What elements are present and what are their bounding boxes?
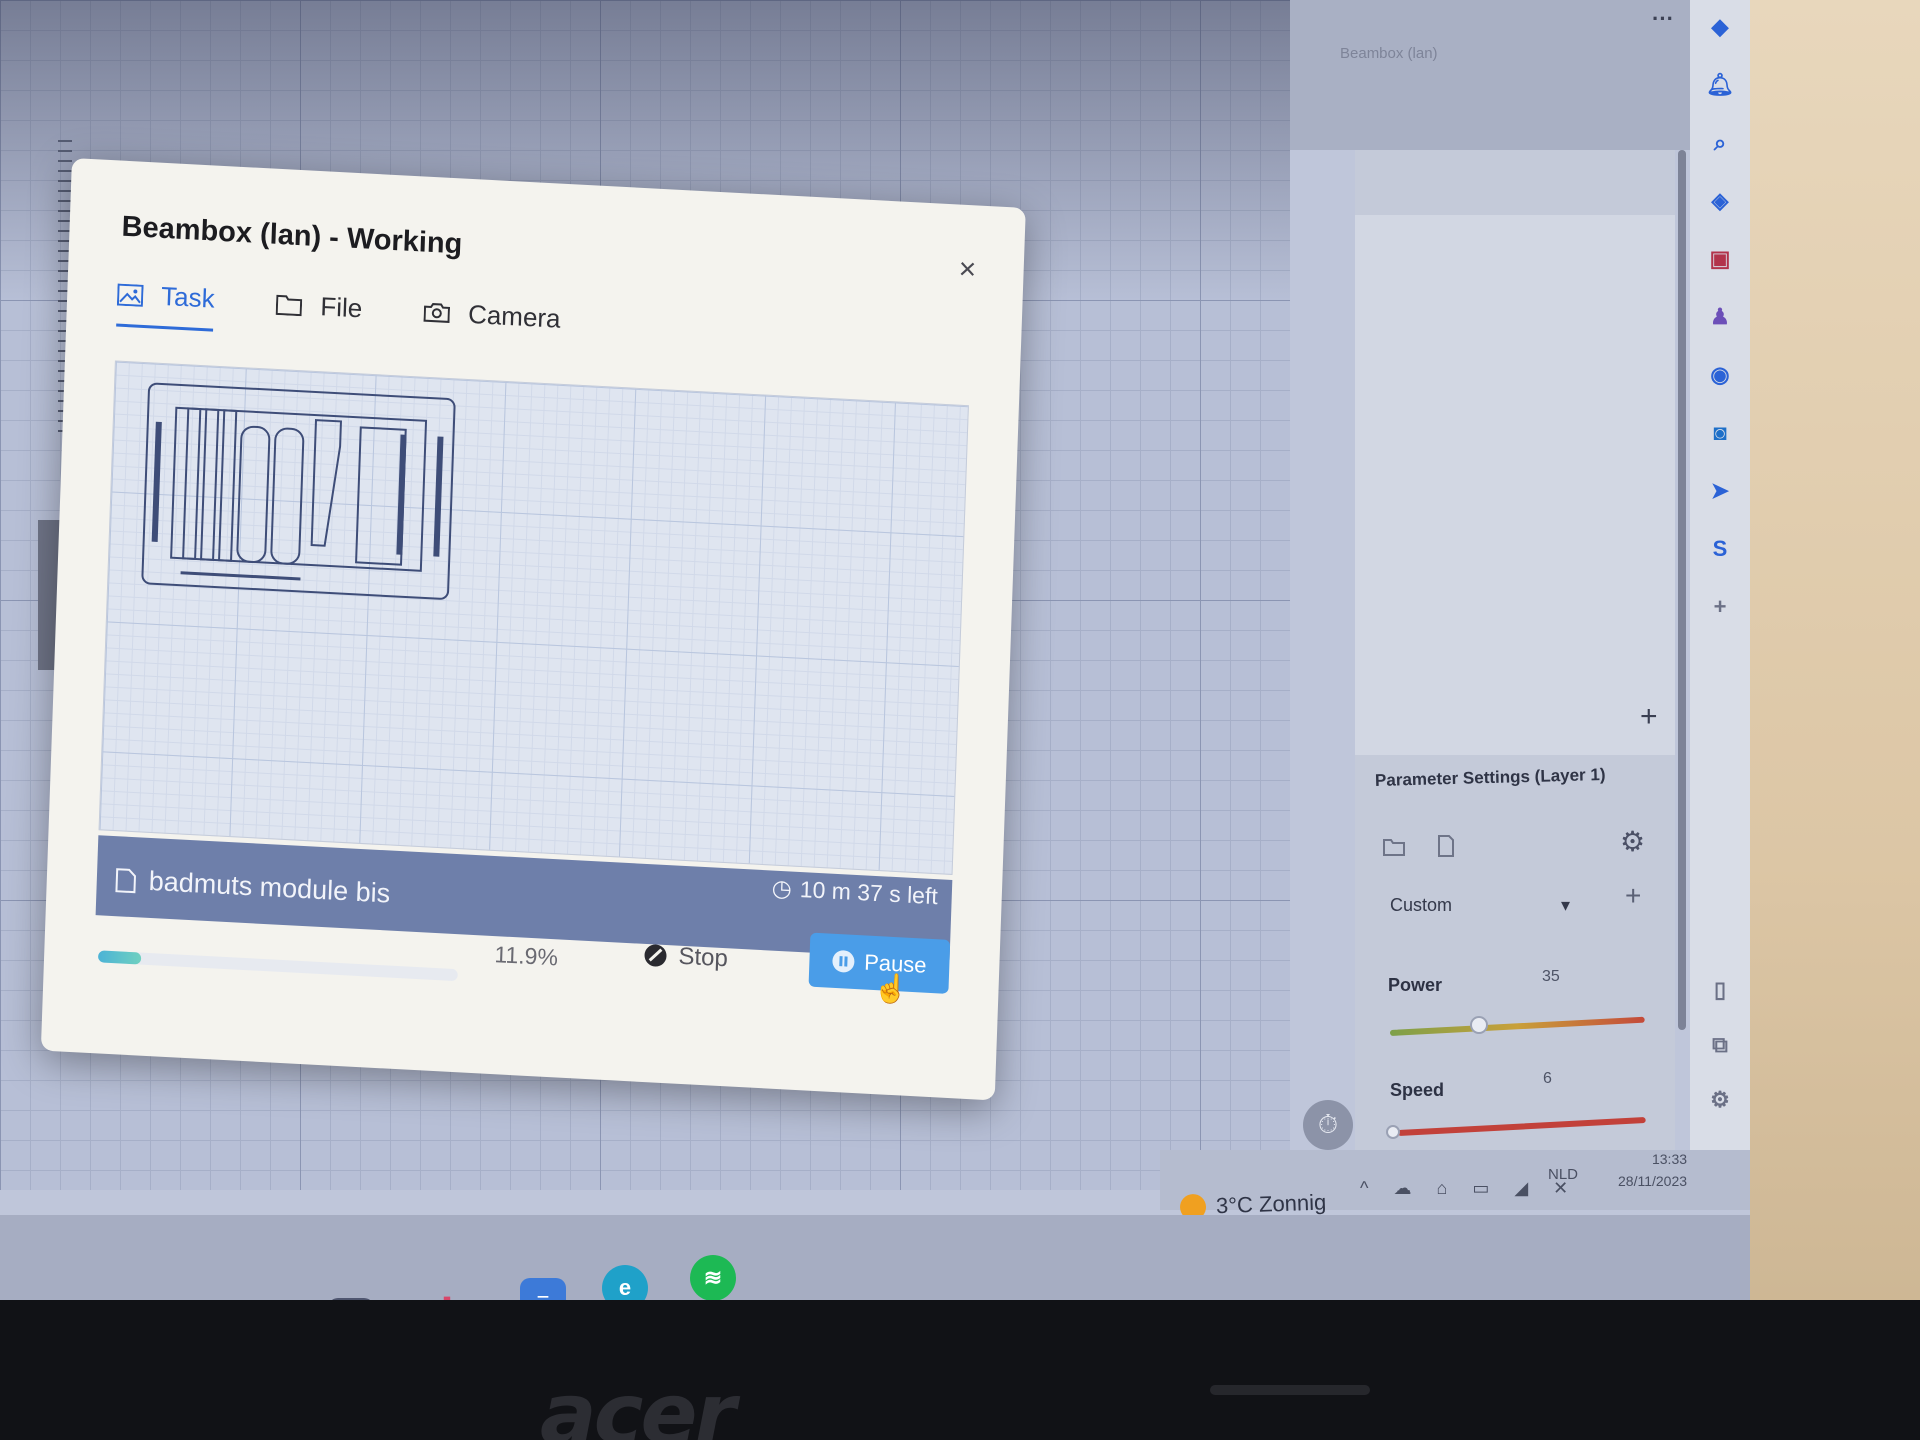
screen: Beambox (lan) ··· + Parameter Settings (… xyxy=(0,0,1750,1300)
clock-icon: ◷ xyxy=(771,874,793,902)
speed-slider-handle[interactable] xyxy=(1386,1125,1400,1139)
chevron-down-icon: ▾ xyxy=(1560,894,1570,915)
tab-file-label: File xyxy=(319,290,363,323)
progress-percent: 11.9% xyxy=(494,941,559,971)
plus-icon[interactable]: + xyxy=(1705,592,1735,622)
progress-bar-fill xyxy=(97,950,142,965)
tab-camera[interactable]: Camera xyxy=(423,295,561,350)
tag-icon[interactable]: ◈ xyxy=(1705,186,1735,216)
timer-icon[interactable]: ⏱ xyxy=(1303,1100,1353,1150)
power-label: Power xyxy=(1388,975,1443,995)
briefcase-icon[interactable]: ▣ xyxy=(1705,244,1735,274)
panel-scrollbar[interactable] xyxy=(1678,150,1686,1030)
slack-icon[interactable]: ✱ xyxy=(424,1288,470,1300)
add-layer-button[interactable]: + xyxy=(1640,700,1658,734)
time-remaining: ◷ 10 m 37 s left xyxy=(771,875,938,911)
time-remaining-text: 10 m 37 s left xyxy=(799,875,939,910)
layer-list[interactable] xyxy=(1355,215,1675,755)
stop-icon xyxy=(644,943,667,968)
tab-task-label: Task xyxy=(160,280,216,314)
settings-gear-icon[interactable]: ⚙ xyxy=(1620,825,1645,858)
spotify-icon[interactable]: ≋ xyxy=(690,1255,736,1300)
dialog-title: Beambox (lan) - Working xyxy=(121,210,463,261)
outlook-icon[interactable]: ◙ xyxy=(1705,418,1735,448)
file-export-icon[interactable] xyxy=(1434,835,1458,857)
pointer-cursor-icon: ☝ xyxy=(872,971,909,1005)
clock-time: 13:33 xyxy=(1651,1151,1688,1167)
preset-value: Custom xyxy=(1390,894,1453,915)
sidebar-settings-icon[interactable]: ⚙ xyxy=(1705,1085,1735,1115)
laptop-hinge xyxy=(1210,1385,1370,1395)
dialog-tabs: Task File Camera xyxy=(116,278,561,350)
image-icon xyxy=(116,283,144,307)
file-icon xyxy=(115,867,137,893)
stop-label: Stop xyxy=(678,942,729,973)
pause-icon xyxy=(831,949,855,973)
job-outline-drawing xyxy=(141,382,456,600)
clock[interactable]: 13:33 28/11/2023 xyxy=(1618,1148,1687,1192)
laptop-bezel xyxy=(0,1300,1920,1440)
sidebar-toggle-icon[interactable]: ▯ xyxy=(1705,975,1735,1005)
folder-icon[interactable] xyxy=(1382,835,1406,857)
add-preset-button[interactable]: + xyxy=(1625,880,1641,912)
tab-file[interactable]: File xyxy=(275,287,363,339)
clock-date: 28/11/2023 xyxy=(1618,1173,1688,1189)
top-toolbar xyxy=(1290,0,1690,150)
power-slider-handle[interactable] xyxy=(1470,1016,1488,1034)
stop-button[interactable]: Stop xyxy=(644,941,728,973)
send-icon[interactable]: ➤ xyxy=(1705,476,1735,506)
progress-bar xyxy=(97,950,458,982)
parameter-toolbar xyxy=(1382,835,1458,857)
power-value: 35 xyxy=(1542,968,1560,985)
taskbar xyxy=(0,1215,1750,1300)
machine-title: Beambox (lan) xyxy=(1340,45,1438,62)
brand-logo: acer xyxy=(540,1365,736,1440)
tab-task[interactable]: Task xyxy=(116,278,216,332)
speed-value: 6 xyxy=(1543,1070,1552,1087)
skype-icon[interactable]: S xyxy=(1705,534,1735,564)
close-icon[interactable]: × xyxy=(958,253,977,288)
search-icon[interactable]: ⌕ xyxy=(1705,128,1735,158)
tab-camera-label: Camera xyxy=(467,298,562,334)
wall-background xyxy=(1750,0,1920,1440)
games-icon[interactable]: ♟ xyxy=(1705,302,1735,332)
file-name-text: badmuts module bis xyxy=(148,865,391,909)
file-name: badmuts module bis xyxy=(114,864,391,909)
folder-icon xyxy=(276,294,303,317)
language-indicator[interactable]: NLD xyxy=(1548,1166,1578,1183)
external-link-icon[interactable]: ⧉ xyxy=(1705,1030,1735,1060)
task-dialog: Beambox (lan) - Working × Task File Came… xyxy=(40,158,1026,1101)
camera-icon xyxy=(423,303,451,323)
speed-label: Speed xyxy=(1390,1080,1445,1100)
copilot-icon[interactable]: ◆ xyxy=(1705,12,1735,42)
more-icon[interactable]: ··· xyxy=(1652,6,1674,32)
tray-icons[interactable]: ^ ☁ ⌂ ▭ ◢ ✕ xyxy=(1360,1178,1578,1199)
job-preview xyxy=(98,360,969,875)
bell-icon[interactable]: 🔔︎ xyxy=(1705,70,1735,100)
preset-select[interactable]: Custom ▾ xyxy=(1380,885,1580,925)
office-icon[interactable]: ◉ xyxy=(1705,360,1735,390)
document-icon[interactable]: ≡ xyxy=(520,1278,566,1300)
